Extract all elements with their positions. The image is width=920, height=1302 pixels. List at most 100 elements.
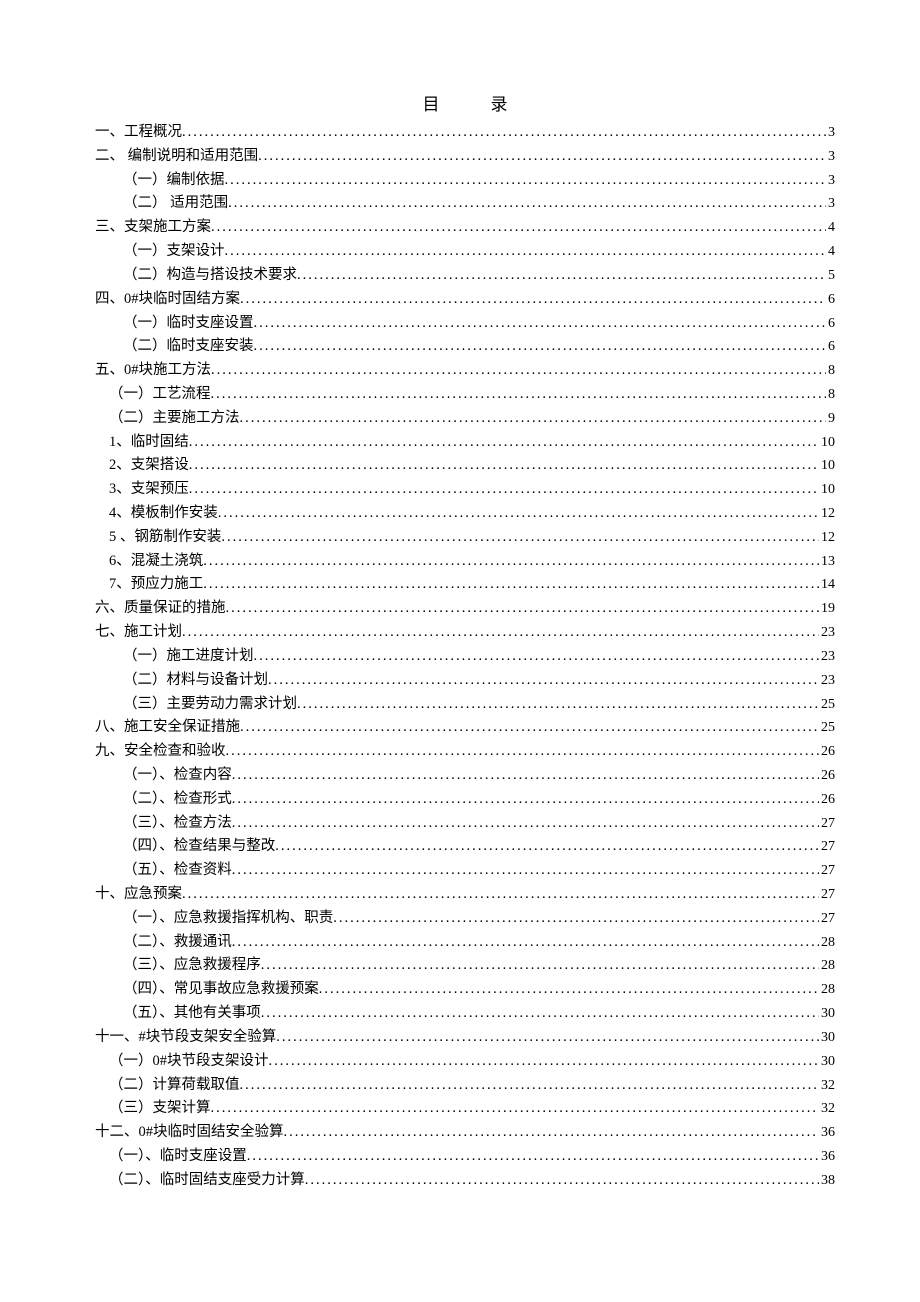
toc-leader	[232, 812, 819, 836]
toc-leader	[225, 240, 827, 264]
toc-entry: 十、应急预案27	[95, 883, 835, 907]
toc-entry: 4、模板制作安装12	[95, 502, 835, 526]
toc-entry-page: 5	[826, 265, 835, 288]
toc-leader	[269, 1050, 820, 1074]
toc-entry-label: 五、0#块施工方法	[95, 359, 211, 383]
toc-entry-page: 28	[819, 932, 835, 955]
toc-entry: 6、混凝土浇筑13	[95, 550, 835, 574]
toc-entry-label: （三）、检查方法	[123, 812, 232, 836]
table-of-contents: 一、工程概况 3 二、 编制说明和适用范围 3 （一）编制依据 3 （二） 适用范围 3 三、支…	[95, 121, 835, 1193]
toc-entry: （二）临时支座安装 6	[95, 335, 835, 359]
toc-entry-page: 25	[819, 717, 835, 740]
toc-entry: 十一、#块节段支架安全验算30	[95, 1026, 835, 1050]
toc-entry-label: 1、临时固结	[109, 431, 189, 455]
toc-leader	[226, 597, 820, 621]
toc-entry-label: （二）、救援通讯	[123, 931, 232, 955]
toc-entry-page: 3	[826, 193, 835, 216]
toc-entry: （一）、应急救援指挥机构、职责 27	[95, 907, 835, 931]
toc-entry-page: 9	[826, 408, 835, 431]
toc-entry: （一）施工进度计划23	[95, 645, 835, 669]
toc-leader	[276, 1026, 819, 1050]
toc-leader	[284, 1121, 820, 1145]
toc-entry: 五、0#块施工方法 8	[95, 359, 835, 383]
toc-leader	[211, 216, 826, 240]
toc-leader	[218, 502, 819, 526]
toc-entry-page: 27	[819, 860, 835, 883]
toc-entry-label: （二）临时支座安装	[123, 335, 254, 359]
toc-entry-page: 10	[819, 455, 835, 478]
toc-leader	[232, 931, 819, 955]
toc-entry-label: 二、 编制说明和适用范围	[95, 145, 258, 169]
document-page: 目 录 一、工程概况3二、 编制说明和适用范围3（一）编制依据3（二） 适用范围…	[0, 0, 920, 1302]
toc-entry-label: （五）、检查资料	[123, 859, 232, 883]
toc-entry-page: 3	[826, 122, 835, 145]
toc-leader	[240, 716, 819, 740]
toc-leader	[268, 669, 819, 693]
toc-entry-label: （三）主要劳动力需求计划	[123, 693, 297, 717]
toc-entry-page: 3	[826, 146, 835, 169]
toc-entry-label: （二） 适用范围	[123, 192, 228, 216]
toc-leader	[225, 169, 827, 193]
toc-entry-page: 14	[819, 574, 835, 597]
toc-leader	[305, 1169, 819, 1193]
toc-leader	[221, 526, 819, 550]
toc-entry-label: （一）、应急救援指挥机构、职责	[123, 907, 333, 931]
toc-entry: （二）计算荷载取值 32	[95, 1074, 835, 1098]
toc-entry: （二）、临时固结支座受力计算 38	[95, 1169, 835, 1193]
toc-entry: 六、质量保证的措施19	[95, 597, 835, 621]
toc-entry-page: 10	[819, 479, 835, 502]
toc-leader	[203, 573, 819, 597]
toc-leader	[203, 550, 819, 574]
toc-entry-page: 36	[819, 1146, 835, 1169]
toc-entry-page: 30	[819, 1051, 835, 1074]
toc-entry: （一）、检查内容26	[95, 764, 835, 788]
toc-entry-page: 32	[819, 1075, 835, 1098]
toc-entry-page: 30	[819, 1027, 835, 1050]
toc-entry: （五）、检查资料 27	[95, 859, 835, 883]
toc-entry: （二）、救援通讯 28	[95, 931, 835, 955]
toc-entry-page: 38	[819, 1170, 835, 1193]
toc-entry-label: 四、0#块临时固结方案	[95, 288, 240, 312]
toc-entry-label: （三）支架计算	[109, 1097, 211, 1121]
toc-entry-label: 十二、0#块临时固结安全验算	[95, 1121, 284, 1145]
toc-entry-label: （一）编制依据	[123, 169, 225, 193]
toc-entry-label: （一）工艺流程	[109, 383, 211, 407]
toc-entry-label: （一）0#块节段支架设计	[109, 1050, 269, 1074]
toc-leader	[261, 1002, 819, 1026]
toc-entry-label: （四）、检查结果与整改	[123, 835, 275, 859]
toc-entry-page: 26	[819, 789, 835, 812]
toc-entry-label: （二）材料与设备计划	[123, 669, 268, 693]
toc-entry-page: 6	[826, 336, 835, 359]
toc-entry-page: 3	[826, 170, 835, 193]
toc-leader	[258, 145, 826, 169]
toc-leader	[189, 431, 819, 455]
toc-entry-page: 12	[819, 503, 835, 526]
toc-entry-page: 27	[819, 836, 835, 859]
toc-entry-page: 30	[819, 1003, 835, 1026]
toc-entry-label: 一、工程概况	[95, 121, 182, 145]
toc-leader	[247, 1145, 819, 1169]
toc-entry: 2、支架搭设10	[95, 454, 835, 478]
toc-entry-page: 12	[819, 527, 835, 550]
toc-entry: （五）、其他有关事项 30	[95, 1002, 835, 1026]
toc-leader	[211, 1097, 820, 1121]
toc-entry: （二）构造与搭设技术要求5	[95, 264, 835, 288]
toc-entry: （四）、常见事故应急救援预案28	[95, 978, 835, 1002]
toc-entry: （四）、检查结果与整改 27	[95, 835, 835, 859]
toc-entry-label: （二）计算荷载取值	[109, 1074, 240, 1098]
toc-entry-page: 27	[819, 908, 835, 931]
toc-entry-page: 8	[826, 360, 835, 383]
toc-entry-label: （四）、常见事故应急救援预案	[123, 978, 319, 1002]
toc-entry: （三）主要劳动力需求计划25	[95, 693, 835, 717]
toc-entry: （二）、检查形式26	[95, 788, 835, 812]
toc-entry-label: （五）、其他有关事项	[123, 1002, 261, 1026]
toc-leader	[319, 978, 819, 1002]
toc-entry-label: （一）、检查内容	[123, 764, 232, 788]
toc-entry-page: 27	[819, 884, 835, 907]
toc-entry-label: 三、支架施工方案	[95, 216, 211, 240]
title-right: 录	[491, 90, 508, 115]
toc-entry-label: （二）、临时固结支座受力计算	[109, 1169, 305, 1193]
toc-entry: （一）支架设计4	[95, 240, 835, 264]
toc-entry-page: 26	[819, 741, 835, 764]
toc-entry: （三）支架计算32	[95, 1097, 835, 1121]
